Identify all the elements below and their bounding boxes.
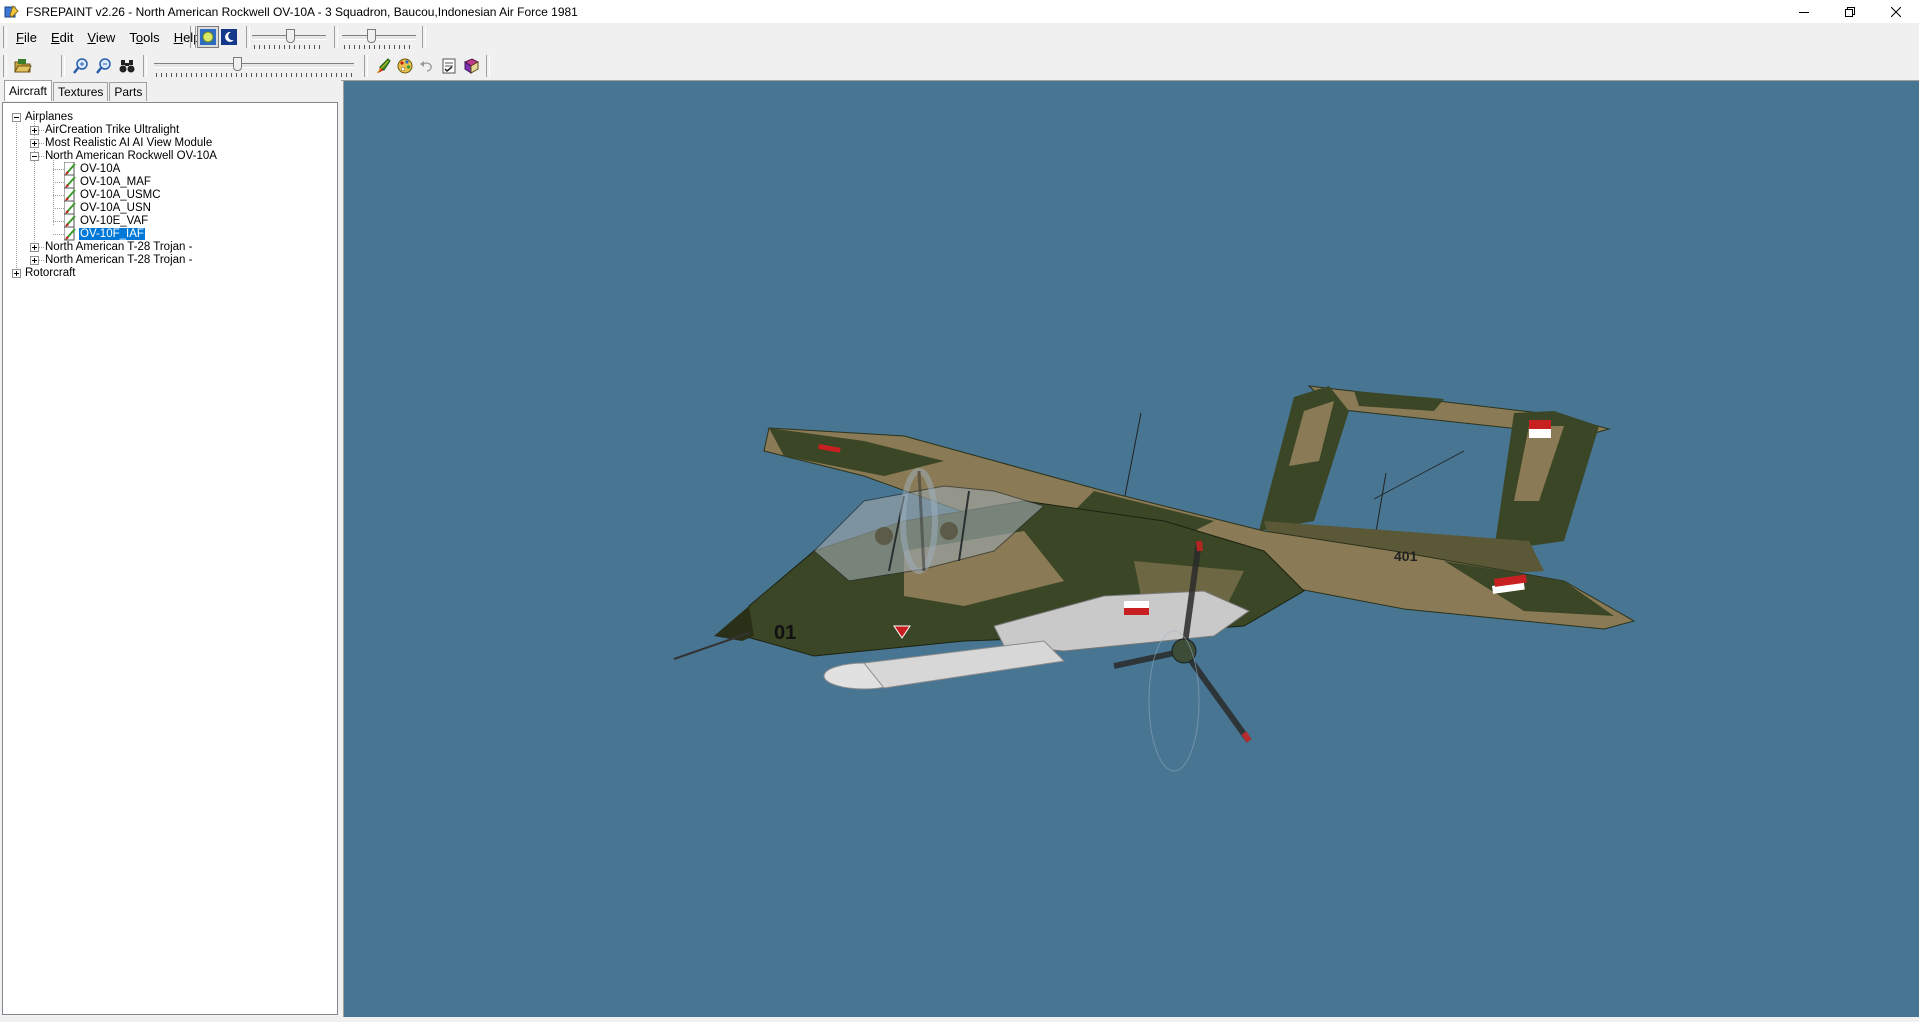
- toolbar-separator: [422, 26, 426, 48]
- status-strip: [0, 1017, 1919, 1022]
- zoom-out-button[interactable]: [93, 55, 115, 77]
- open-aircraft-button[interactable]: [12, 55, 34, 77]
- expand-toggle[interactable]: [30, 243, 39, 252]
- panel-tabs: Aircraft Textures Parts: [4, 80, 148, 102]
- slider-thumb[interactable]: [367, 29, 376, 43]
- light-intensity-slider[interactable]: [342, 28, 416, 49]
- toolbar-separator: [364, 55, 368, 77]
- open-folder-icon: [14, 59, 32, 73]
- aircraft-paint-icon: [63, 200, 78, 215]
- left-panel: Aircraft Textures Parts Airplanes AirCre…: [0, 80, 341, 1022]
- close-icon: [1891, 6, 1901, 17]
- minimize-icon: [1799, 11, 1809, 13]
- toolbar-separator: [190, 26, 194, 48]
- aircraft-paint-icon: [63, 187, 78, 202]
- expand-toggle[interactable]: [30, 256, 39, 265]
- slider-thumb[interactable]: [286, 29, 295, 43]
- slider-thumb[interactable]: [233, 57, 242, 71]
- slider-track: [342, 35, 416, 40]
- restore-button[interactable]: [1827, 0, 1873, 23]
- day-lighting-button[interactable]: [197, 26, 219, 48]
- tree-line: [16, 117, 17, 278]
- expand-toggle[interactable]: [12, 269, 21, 278]
- aircraft-3d-viewport[interactable]: 01 401: [343, 80, 1919, 1018]
- nose-number: 01: [774, 622, 796, 644]
- zoom-in-button[interactable]: [70, 55, 92, 77]
- aircraft-tree[interactable]: Airplanes AirCreation Trike Ultralight M…: [2, 102, 338, 1015]
- toolbar-separator: [246, 26, 250, 48]
- moon-icon: [221, 29, 237, 45]
- paint-brush-icon: [376, 58, 391, 74]
- aircraft-paint-icon: [63, 213, 78, 228]
- toolbar-separator: [143, 55, 147, 77]
- menu-view[interactable]: View: [79, 27, 121, 49]
- paint-icon[interactable]: [4, 4, 20, 20]
- slider-ticks: [156, 73, 352, 77]
- checklist-icon: [442, 58, 456, 74]
- toolbar-separator: [486, 55, 490, 77]
- slider-ticks: [254, 45, 324, 49]
- toolbar-separator: [334, 26, 338, 48]
- title-bar: FSREPAINT v2.26 - North American Rockwel…: [0, 0, 1919, 23]
- palette-icon: [397, 58, 413, 74]
- aircraft-model-render[interactable]: 01 401: [344, 81, 1919, 1018]
- tools-toolbar-row: [0, 52, 1919, 81]
- toolbar-grip: [3, 26, 7, 48]
- tail-number: 401: [1394, 548, 1418, 564]
- help-book-button[interactable]: [460, 55, 482, 77]
- slider-track: [154, 63, 354, 68]
- toolbar-grip: [3, 55, 7, 77]
- menu-bar: File Edit View Tools Help: [8, 27, 206, 49]
- night-lighting-button[interactable]: [218, 26, 240, 48]
- tree-line: [34, 117, 35, 252]
- window-title: FSREPAINT v2.26 - North American Rockwel…: [26, 4, 578, 19]
- menu-edit[interactable]: Edit: [43, 27, 79, 49]
- paint-part-button[interactable]: [372, 55, 394, 77]
- menu-toolbar-row: File Edit View Tools Help: [0, 23, 1919, 53]
- collapse-toggle[interactable]: [30, 152, 39, 161]
- tab-aircraft[interactable]: Aircraft: [4, 80, 53, 101]
- find-button[interactable]: [116, 55, 138, 77]
- close-button[interactable]: [1873, 0, 1919, 23]
- zoom-out-icon: [96, 58, 111, 74]
- undo-icon: [420, 61, 432, 72]
- sun-icon: [200, 29, 216, 45]
- menu-tools[interactable]: Tools: [121, 27, 165, 49]
- palette-button[interactable]: [394, 55, 416, 77]
- expand-toggle[interactable]: [30, 139, 39, 148]
- collapse-toggle[interactable]: [12, 113, 21, 122]
- expand-toggle[interactable]: [30, 126, 39, 135]
- undo-button[interactable]: [416, 55, 438, 77]
- minimize-button[interactable]: [1781, 0, 1827, 23]
- zoom-slider[interactable]: [154, 56, 354, 77]
- tab-parts[interactable]: Parts: [109, 82, 148, 101]
- tree-line: [53, 156, 54, 226]
- restore-icon: [1845, 6, 1855, 17]
- toolbar-separator: [61, 55, 65, 77]
- menu-file[interactable]: File: [8, 27, 43, 49]
- binoculars-icon: [119, 60, 135, 73]
- aircraft-paint-icon: [63, 174, 78, 189]
- slider-ticks: [344, 45, 414, 49]
- book-icon: [463, 58, 479, 74]
- light-angle-slider[interactable]: [252, 28, 326, 49]
- checklist-button[interactable]: [438, 55, 460, 77]
- tree-node-rotorcraft[interactable]: Rotorcraft: [25, 265, 76, 281]
- zoom-in-icon: [73, 58, 88, 74]
- aircraft-paint-icon: [63, 161, 78, 176]
- tab-textures[interactable]: Textures: [53, 82, 109, 101]
